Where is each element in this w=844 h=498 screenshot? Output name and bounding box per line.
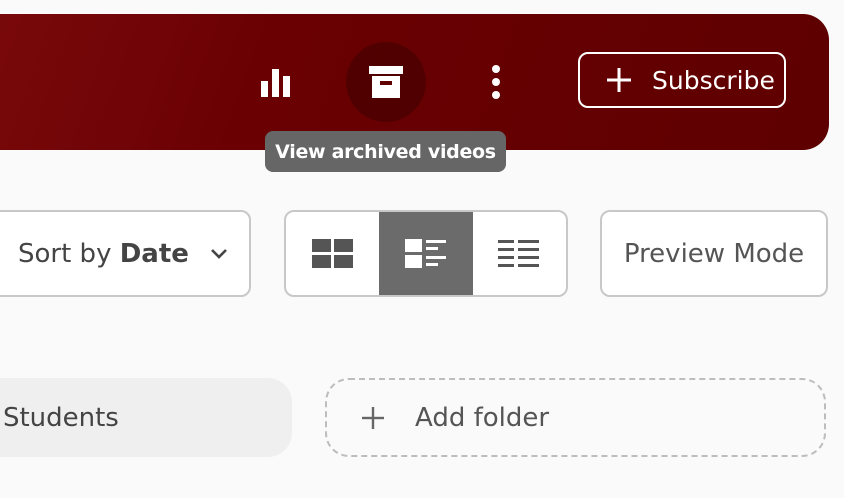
more-options-button[interactable] — [456, 42, 536, 122]
stats-button[interactable] — [236, 42, 316, 122]
sort-dropdown[interactable]: Sort by Date — [0, 210, 251, 297]
folder-card[interactable]: r Students — [0, 378, 292, 457]
preview-mode-button[interactable]: Preview Mode — [600, 210, 828, 297]
view-grid-button[interactable] — [286, 212, 379, 295]
view-list-thumbnails-button[interactable] — [379, 212, 473, 295]
tooltip-text: View archived videos — [275, 140, 496, 163]
sort-value: Date — [119, 238, 189, 269]
list-thumbnail-view-icon — [404, 238, 446, 268]
sort-label: Sort by Date — [18, 238, 189, 269]
add-folder-label: Add folder — [415, 402, 550, 433]
subscribe-button[interactable]: Subscribe — [578, 52, 786, 108]
archive-tooltip: View archived videos — [265, 131, 506, 172]
archive-icon — [369, 66, 403, 98]
bar-chart-icon — [261, 69, 290, 97]
chevron-down-icon — [209, 247, 229, 261]
compact-list-view-icon — [498, 239, 540, 267]
view-compact-list-button[interactable] — [473, 212, 566, 295]
plus-icon — [361, 406, 385, 430]
preview-mode-label: Preview Mode — [623, 238, 805, 269]
view-mode-toggle — [284, 210, 568, 297]
subscribe-label: Subscribe — [652, 65, 775, 95]
grid-view-icon — [311, 238, 353, 268]
add-folder-button[interactable]: Add folder — [325, 378, 826, 457]
archive-button[interactable] — [346, 42, 426, 122]
more-vertical-icon — [492, 65, 500, 99]
folder-label: r Students — [0, 402, 119, 433]
plus-icon — [606, 67, 632, 93]
